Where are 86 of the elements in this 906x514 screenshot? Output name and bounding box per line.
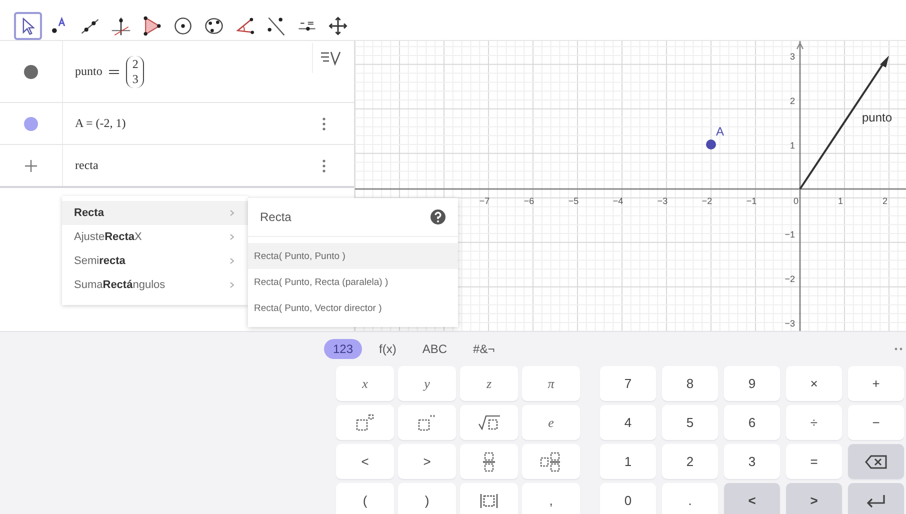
axis-tick-label: 2 [790,96,795,106]
axis-tick-label: 3 [790,52,795,62]
axis-tick-label: 0 [794,196,798,206]
arrow-key[interactable]: < [724,483,780,514]
chevron-right-icon [230,210,234,216]
keypad-key[interactable]: 3 [724,444,780,479]
enter-key[interactable] [848,483,904,514]
variable-key[interactable]: e [522,405,580,440]
keypad-key[interactable]: < [336,444,394,479]
axis-tick-label: −3 [657,196,668,206]
axis-tick-label: −4 [612,196,624,206]
absolute-value-key[interactable] [460,483,518,514]
axis-tick-label: −1 [784,230,795,240]
square-root-key[interactable] [460,405,518,440]
vector-name: punto [75,64,102,79]
keypad-key[interactable]: ) [398,483,456,514]
visibility-dot[interactable] [24,116,38,130]
variable-key[interactable]: y [398,366,456,401]
axis-tick-label: −3 [784,318,795,328]
help-icon[interactable] [430,209,446,225]
axis-tick-label: 2 [882,196,888,206]
axis-tick-label: −6 [524,196,534,206]
keypad-key[interactable]: 0 [600,483,656,514]
suggestion-item[interactable]: SumaRectángulos [62,273,248,297]
backspace-key[interactable] [848,444,904,479]
kebab-icon [322,158,326,172]
sort-lines-icon [320,49,342,67]
keypad-key[interactable]: ÷ [786,405,842,440]
triangle-icon [141,14,163,38]
keyboard-tab[interactable]: #&¬ [464,339,504,359]
keypad-key[interactable]: 5 [662,405,718,440]
axis-tick-label: −1 [746,196,757,206]
variable-key[interactable]: x [336,366,394,401]
square-root-icon [476,412,502,432]
axis-tick-label: −2 [702,196,712,206]
plus-icon [25,160,37,172]
axis-tick-label: −5 [568,196,579,206]
point[interactable] [706,140,716,150]
suggestion-item[interactable]: AjusteRectaX [62,225,248,249]
keypad-key[interactable]: 2 [662,444,718,479]
keypad-key[interactable]: 8 [662,366,718,401]
visibility-dot[interactable] [24,64,38,78]
chevron-right-icon [230,234,234,240]
vector-label: punto [862,110,892,124]
equals-sign-icon [108,68,120,76]
chevron-right-icon [230,282,234,288]
keypad-key[interactable]: + [848,366,904,401]
keyboard-tab[interactable]: f(x) [370,339,406,359]
axis-tick-label: −2 [784,274,795,284]
tool-button[interactable] [14,12,42,40]
keyboard-tab[interactable]: 123 [324,339,362,359]
move-arrows-icon [327,14,349,38]
keypad-key[interactable]: . [662,483,718,514]
keypad-key[interactable]: = [786,444,842,479]
keypad-key[interactable]: − [848,405,904,440]
chevron-right-icon [230,258,234,264]
kebab-icon [322,116,326,130]
command-title: Recta [260,210,292,224]
axis-tick-label: 1 [790,140,795,150]
algebra-expression: A = (-2, 1) [75,116,126,131]
keypad-key[interactable]: , [522,483,580,514]
suggestion-item[interactable]: Recta [62,201,248,225]
mixed-fraction-key[interactable] [522,444,580,479]
keypad-key[interactable]: 4 [600,405,656,440]
point-label: A [716,124,724,138]
arrow-key[interactable]: > [786,483,842,514]
keypad-key[interactable]: ( [336,483,394,514]
variable-key[interactable]: π [522,366,580,401]
suggestion-item[interactable]: Semirecta [62,249,248,273]
keyboard-tab[interactable]: ABC [413,339,456,359]
fraction-key[interactable] [460,444,518,479]
keypad-key[interactable]: > [398,444,456,479]
keypad-key[interactable]: 6 [724,405,780,440]
keypad-key[interactable]: 7 [600,366,656,401]
syntax-option[interactable]: Recta( Punto, Punto ) [248,243,458,269]
axis-tick-label: −7 [479,196,490,206]
variable-key[interactable]: z [460,366,518,401]
keypad-key[interactable]: 9 [724,366,780,401]
keypad-key[interactable]: × [786,366,842,401]
axis-tick-label: 1 [838,196,843,206]
syntax-option[interactable]: Recta( Punto, Recta (paralela) ) [248,269,458,295]
column-vector: 2 3 [126,56,144,88]
more-icon[interactable] [894,347,904,351]
input-field[interactable]: recta [75,158,275,173]
syntax-option[interactable]: Recta( Punto, Vector director ) [248,295,458,321]
keypad-key[interactable]: 1 [600,444,656,479]
